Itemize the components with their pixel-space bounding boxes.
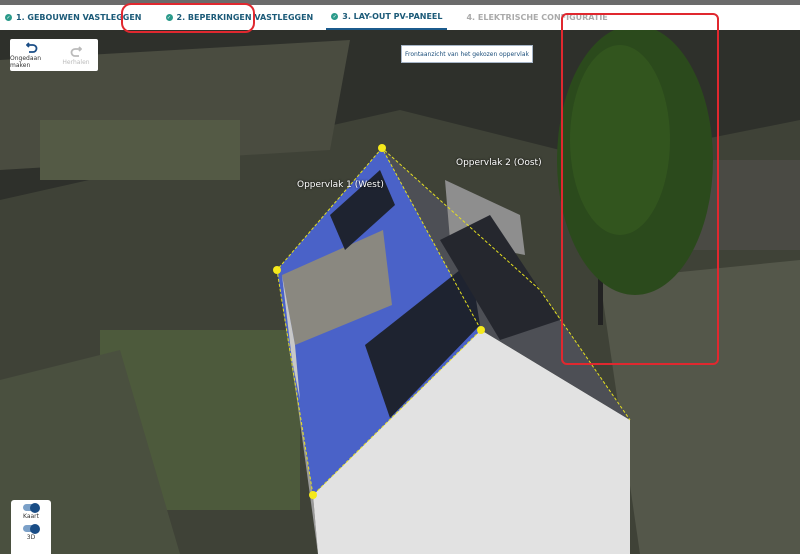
tab-pv-layout[interactable]: ✓ 3. LAY-OUT PV-PANEEL (326, 5, 448, 30)
redo-icon (70, 45, 82, 57)
3d-toggle[interactable] (23, 523, 40, 534)
map-toggle-label: Kaart (22, 513, 39, 520)
3d-toggle-label: 3D (26, 534, 36, 541)
undo-icon (26, 42, 38, 53)
vertex-handle[interactable] (273, 266, 281, 274)
check-icon: ✓ (331, 13, 339, 20)
view-toggles: Kaart 3D (11, 500, 51, 554)
undo-label: Ongedaan maken (10, 55, 41, 69)
highlight-restrictions-tab (121, 3, 255, 33)
surface-label-west: Oppervlak 1 (West) (297, 180, 384, 190)
highlight-tree (561, 13, 719, 365)
redo-button[interactable]: Herhalen (54, 39, 98, 71)
vertex-handle[interactable] (378, 144, 386, 152)
check-icon: ✓ (5, 14, 12, 21)
front-view-button[interactable]: Frontaanzicht van het gekozen oppervlak (401, 45, 533, 63)
vertex-handle[interactable] (477, 326, 485, 334)
surface-label-east: Oppervlak 2 (Oost) (456, 158, 542, 168)
tab-label: 3. LAY-OUT PV-PANEEL (342, 12, 443, 21)
undo-redo-toolbar: Ongedaan maken Herhalen (10, 39, 98, 71)
undo-button[interactable]: Ongedaan maken (10, 39, 54, 71)
map-toggle[interactable] (23, 502, 40, 513)
vertex-handle[interactable] (309, 491, 317, 499)
redo-label: Herhalen (62, 58, 90, 66)
